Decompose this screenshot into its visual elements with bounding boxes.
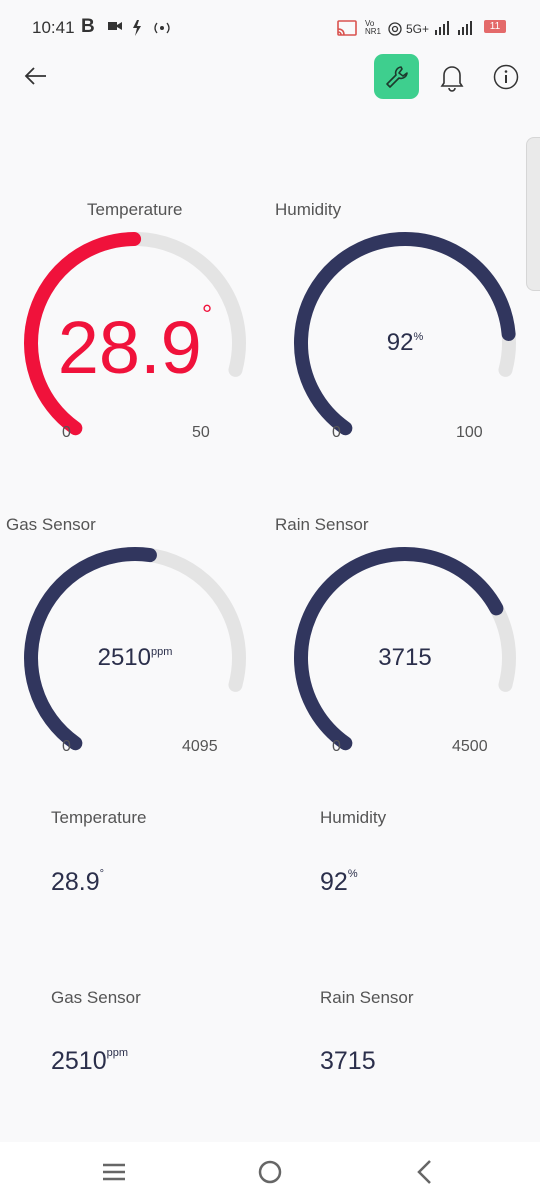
status-time: 10:41 [32, 18, 75, 37]
volte-icon: Vo NR1 [365, 19, 382, 36]
gauge-min-gas: 0 [62, 738, 71, 755]
gauge-max-gas: 4095 [182, 738, 218, 755]
gauge-humidity: 92% [285, 225, 525, 455]
gauge-max-humidity: 100 [456, 424, 483, 441]
gauge-min-rain: 0 [332, 738, 341, 755]
gauge-value-temperature: 28.9° [57, 299, 213, 389]
gauge-max-rain: 4500 [452, 738, 488, 755]
gauge-label-gas: Gas Sensor [6, 515, 96, 534]
gauge-min-humidity: 0 [332, 424, 341, 441]
gauge-label-temperature: Temperature [87, 200, 183, 219]
card-value-rain: 3715 [320, 1047, 376, 1075]
gauge-value-gas: 2510ppm [97, 644, 173, 671]
gauge-value-rain: 3715 [378, 644, 432, 671]
scrollbar[interactable] [526, 137, 540, 291]
back-arrow-icon[interactable] [22, 62, 50, 90]
card-label-temperature: Temperature [51, 808, 147, 827]
menu-icon[interactable] [94, 1156, 134, 1188]
gauge-value-humidity: 92% [386, 329, 424, 356]
camera-icon [108, 22, 122, 30]
gauge-temperature: 28.9° [15, 225, 255, 455]
battery-icon: 11 [484, 20, 506, 33]
bell-icon[interactable] [438, 62, 466, 92]
gauge-label-rain: Rain Sensor [275, 515, 369, 534]
gauge-min-temperature: 0 [62, 424, 71, 441]
info-icon[interactable] [493, 64, 519, 90]
gauge-rain: 3715 [285, 540, 525, 770]
network-type: 5G+ [406, 22, 430, 36]
card-label-gas: Gas Sensor [51, 988, 141, 1007]
card-value-humidity: 92% [320, 868, 358, 896]
gauge-label-humidity: Humidity [275, 200, 342, 219]
signal-icon-1 [435, 21, 449, 35]
home-icon[interactable] [250, 1156, 290, 1188]
card-label-humidity: Humidity [320, 808, 387, 827]
system-nav-bar [0, 1142, 540, 1200]
signal-icon-2 [458, 21, 472, 35]
card-label-rain: Rain Sensor [320, 988, 414, 1007]
cast-icon [337, 20, 357, 36]
card-value-temperature: 28.9° [51, 868, 105, 896]
flash-icon [133, 20, 141, 36]
b-icon: B [81, 16, 95, 37]
wifi-icon [388, 22, 402, 36]
back-icon[interactable] [405, 1156, 445, 1188]
wrench-icon [385, 65, 408, 88]
card-value-gas: 2510ppm [51, 1047, 129, 1075]
gauge-max-temperature: 50 [192, 424, 210, 441]
gauge-gas: 2510ppm [15, 540, 255, 770]
hotspot-icon [154, 22, 170, 34]
tools-button[interactable] [374, 54, 419, 99]
status-bar: 10:41 B Vo NR1 5G+ 11 [0, 0, 540, 56]
